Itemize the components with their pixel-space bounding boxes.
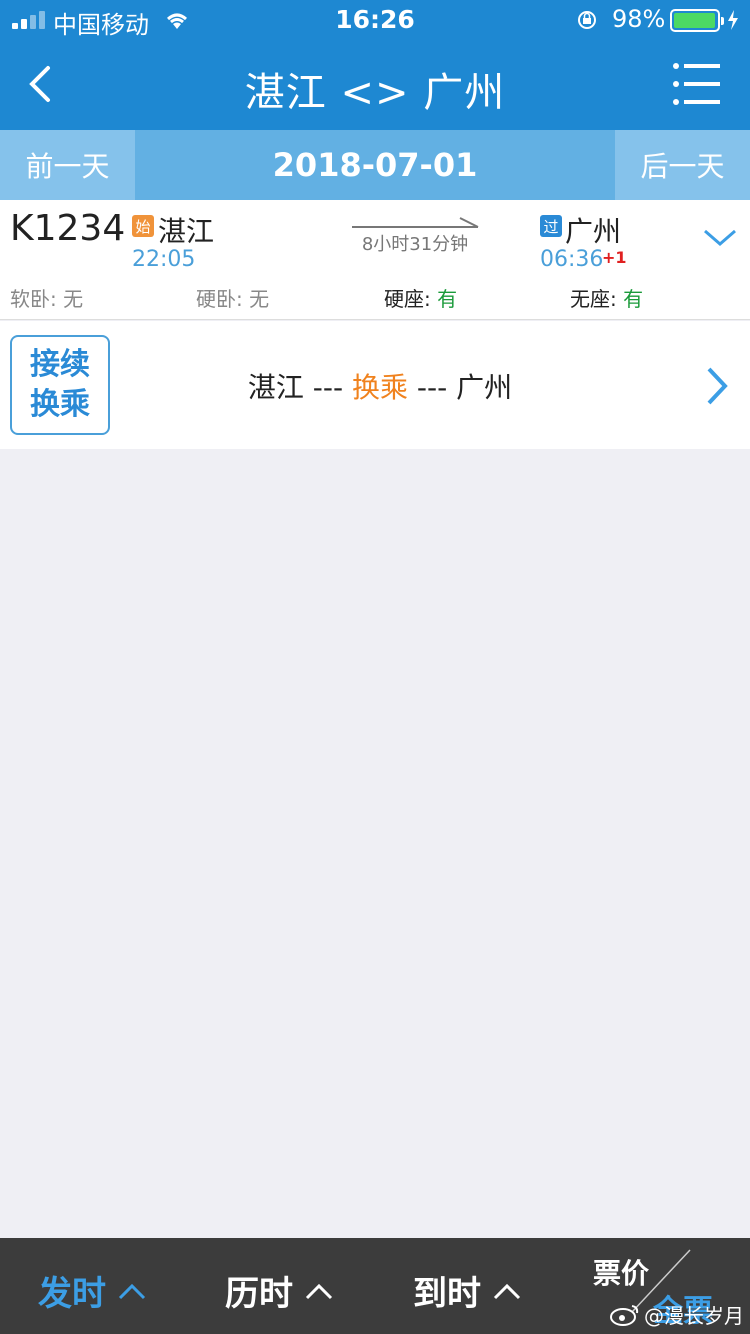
seat-soft-sleeper: 软卧: 无 [10, 287, 84, 311]
day-offset: +1 [602, 248, 627, 267]
transfer-row[interactable]: 接续 换乘 湛江 --- 换乘 --- 广州 [0, 321, 750, 449]
status-bar: 中国移动 16:26 98% [0, 0, 750, 40]
arrival-station: 广州 [565, 215, 622, 248]
chevron-up-icon [493, 1283, 521, 1299]
chevron-down-icon[interactable] [702, 226, 738, 250]
arrival-time: 06:36 [540, 247, 604, 272]
battery-icon [670, 9, 724, 32]
watermark: @漫长岁月 [610, 1300, 744, 1329]
date-bar: 前一天 2018-07-01 后一天 [0, 130, 750, 200]
next-day-button[interactable]: 后一天 [615, 130, 750, 200]
departure-station: 湛江 [158, 215, 215, 248]
departure-time: 22:05 [132, 247, 196, 272]
chevron-up-icon [305, 1283, 333, 1299]
chevron-right-icon[interactable] [703, 366, 731, 406]
menu-icon[interactable] [670, 60, 722, 108]
prev-day-button[interactable]: 前一天 [0, 130, 135, 200]
header: 中国移动 16:26 98% 湛江 <> 广州 [0, 0, 750, 130]
direction-arrow-icon [352, 217, 479, 228]
battery-percent: 98% [612, 5, 666, 33]
chevron-up-icon [118, 1283, 146, 1299]
seat-hard-seat: 硬座: 有 [384, 287, 458, 311]
weibo-icon [610, 1304, 639, 1326]
transfer-route: 湛江 --- 换乘 --- 广州 [247, 371, 513, 404]
passing-badge: 过 [540, 215, 562, 237]
seat-hard-sleeper: 硬卧: 无 [196, 287, 270, 311]
travel-duration: 8小时31分钟 [361, 234, 469, 255]
sort-departure-button[interactable]: 发时 [38, 1266, 146, 1315]
sort-duration-button[interactable]: 历时 [225, 1266, 333, 1315]
train-row[interactable]: K1234 始 湛江 22:05 8小时31分钟 过 广州 06:36 +1 软… [0, 200, 750, 320]
sort-toolbar: 发时 历时 到时 票价 全票 @漫长岁月 [0, 1238, 750, 1334]
rotation-lock-icon [578, 11, 596, 29]
transfer-tag: 接续 换乘 [10, 335, 110, 435]
current-date[interactable]: 2018-07-01 [135, 130, 615, 200]
nav-bar: 湛江 <> 广州 [0, 40, 750, 130]
page-title: 湛江 <> 广州 [244, 70, 506, 116]
sort-arrival-button[interactable]: 到时 [413, 1266, 521, 1315]
charging-icon [728, 10, 738, 30]
origin-badge: 始 [132, 215, 154, 237]
seat-standing: 无座: 有 [570, 287, 644, 311]
train-number: K1234 [10, 208, 126, 249]
